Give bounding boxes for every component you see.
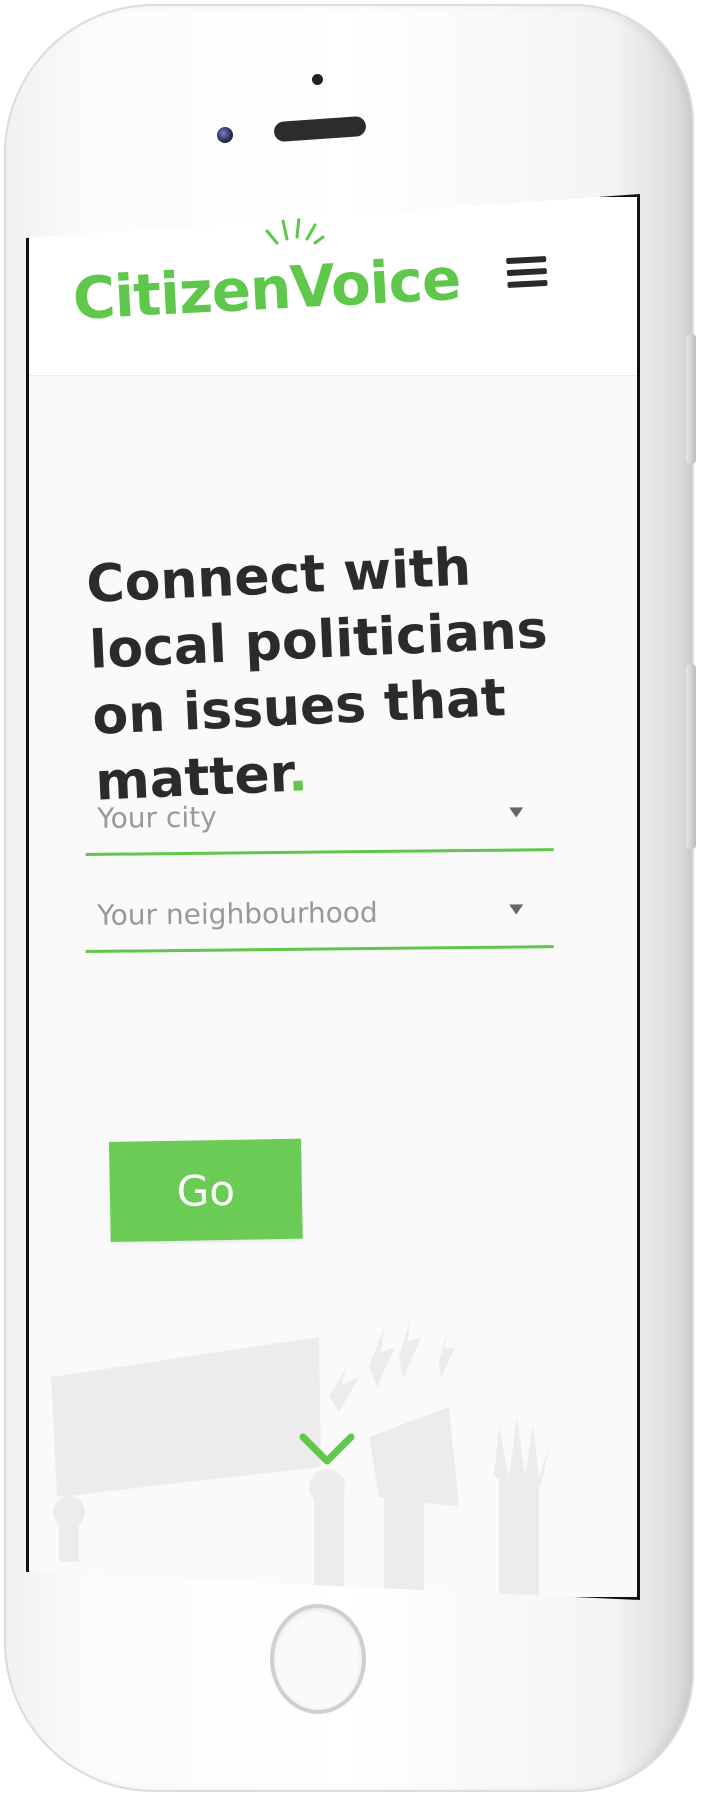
hamburger-menu-icon[interactable] <box>506 255 548 294</box>
site-logo[interactable]: CitizenVoice <box>71 245 462 333</box>
hero-line-3: on issues that <box>91 668 508 747</box>
proximity-sensor <box>312 74 323 85</box>
chevron-down-icon[interactable] <box>297 1427 357 1471</box>
home-button[interactable] <box>270 1604 366 1714</box>
neighbourhood-select-placeholder: Your neighbourhood <box>97 895 378 932</box>
phone-body: CitizenVoice Connect with local politici… <box>4 4 696 1792</box>
web-page: CitizenVoice Connect with local politici… <box>29 197 637 1597</box>
logo-text: CitizenVoice <box>71 244 462 333</box>
megaphone-icon <box>265 215 325 245</box>
menu-bar <box>506 267 547 277</box>
menu-bar <box>507 279 548 289</box>
site-header: CitizenVoice <box>29 197 637 376</box>
phone-screen: CitizenVoice Connect with local politici… <box>26 194 640 1600</box>
front-camera <box>217 127 233 143</box>
city-select-placeholder: Your city <box>97 800 217 835</box>
hero-line-1: Connect with <box>85 537 473 615</box>
caret-down-icon <box>509 807 524 818</box>
menu-bar <box>506 255 547 265</box>
side-button-bottom <box>686 664 696 849</box>
hero-heading: Connect with local politicians on issues… <box>85 530 576 816</box>
device-mockup: CitizenVoice Connect with local politici… <box>0 0 702 1800</box>
go-button[interactable]: Go <box>109 1138 303 1242</box>
side-button-top <box>686 334 696 464</box>
caret-down-icon <box>509 904 524 915</box>
neighbourhood-select[interactable]: Your neighbourhood <box>85 884 554 953</box>
city-select[interactable]: Your city <box>85 787 554 856</box>
earpiece-speaker <box>273 115 367 143</box>
